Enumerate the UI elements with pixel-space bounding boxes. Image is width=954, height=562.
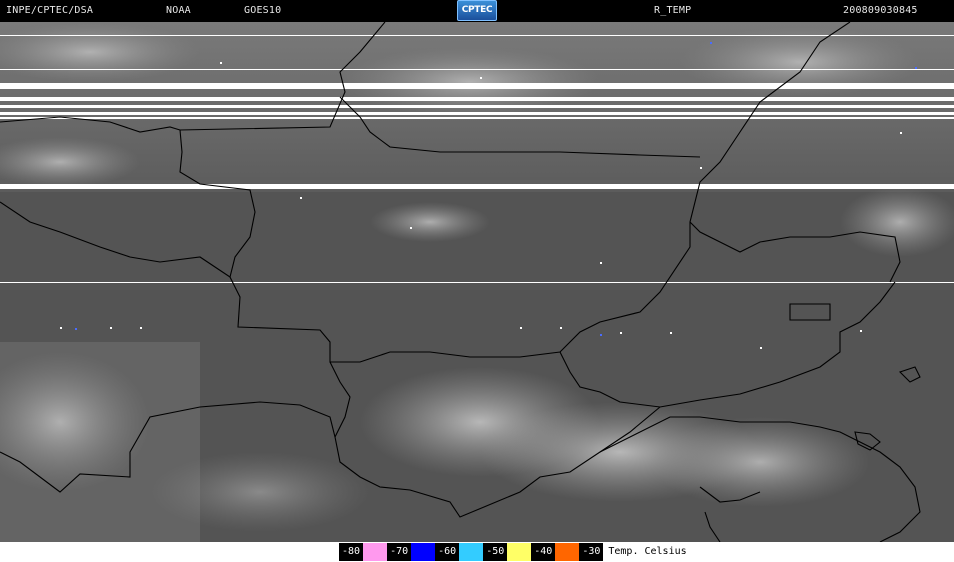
legend-tick: -80 [339, 543, 364, 561]
legend-bar: -80 -70 -60 -50 -40 -30 Temp. Celsius [0, 542, 954, 562]
satellite-map-canvas [0, 22, 954, 542]
legend-swatch [459, 543, 484, 561]
cloud-mass [650, 417, 870, 507]
legend-swatch [555, 543, 580, 561]
legend-tick: -30 [579, 543, 604, 561]
legend-tick: -50 [483, 543, 508, 561]
legend-tick: -70 [387, 543, 412, 561]
legend-tick: -40 [531, 543, 556, 561]
temperature-legend: -80 -70 -60 -50 -40 -30 Temp. Celsius [339, 543, 687, 561]
satellite-label: GOES10 [244, 5, 282, 16]
cptec-logo: CPTEC [457, 0, 497, 21]
cloud-mass [370, 202, 490, 242]
cloud-mass [150, 452, 370, 532]
legend-caption: Temp. Celsius [608, 546, 687, 557]
legend-swatch [507, 543, 532, 561]
agency-label: INPE/CPTEC/DSA [6, 5, 94, 16]
logo-text: CPTEC [461, 5, 493, 15]
legend-swatch [363, 543, 388, 561]
product-label: R_TEMP [654, 5, 692, 16]
source-label: NOAA [166, 5, 191, 16]
timestamp-label: 200809030845 [843, 5, 918, 16]
satellite-image [0, 22, 954, 542]
legend-tick: -60 [435, 543, 460, 561]
legend-swatch [411, 543, 436, 561]
header-bar: INPE/CPTEC/DSA NOAA GOES10 CPTEC R_TEMP … [0, 0, 954, 22]
